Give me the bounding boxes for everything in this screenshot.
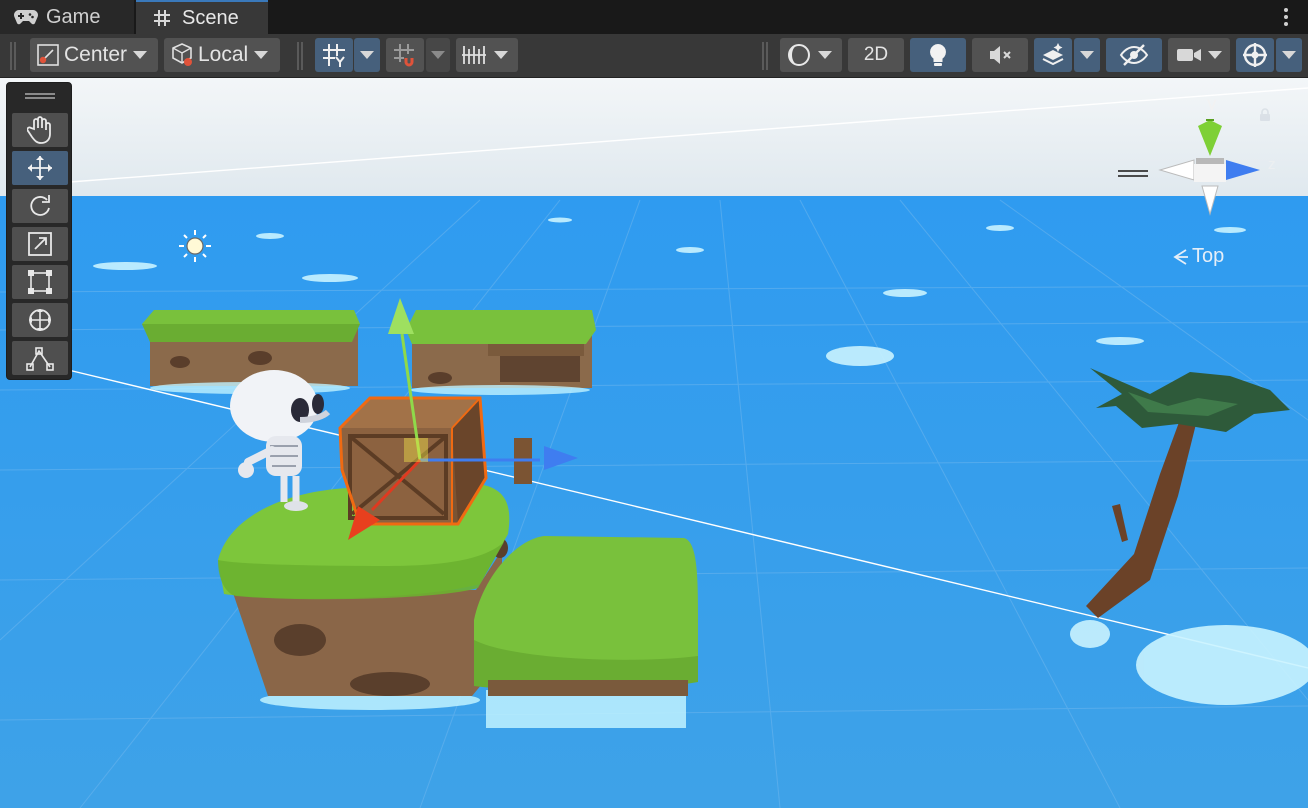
shading-mode-dropdown[interactable] — [780, 38, 842, 72]
chevron-down-icon — [818, 51, 832, 59]
chevron-down-icon — [1208, 51, 1222, 59]
grid-snap-icon — [321, 42, 347, 68]
local-space-icon — [170, 42, 196, 68]
scale-icon — [27, 231, 53, 257]
tools-drag-handle[interactable] — [25, 93, 55, 99]
move-tool-button[interactable] — [12, 151, 68, 185]
lock-icon[interactable] — [1258, 108, 1272, 122]
gizmos-toggle[interactable] — [1236, 38, 1274, 72]
gizmos-icon — [1241, 41, 1269, 69]
move-icon — [26, 154, 54, 182]
toggle-2d-label: 2D — [863, 44, 889, 65]
tab-scene[interactable]: Scene — [136, 0, 268, 34]
hand-tool-button[interactable] — [12, 113, 68, 147]
gamepad-icon — [14, 7, 38, 27]
effects-toggle[interactable] — [1034, 38, 1072, 72]
increment-snap-toggle[interactable] — [386, 38, 424, 72]
chevron-down-icon — [494, 51, 508, 59]
pivot-mode-dropdown[interactable]: Center — [30, 38, 158, 72]
rotate-tool-button[interactable] — [12, 189, 68, 223]
rect-transform-icon — [27, 269, 53, 295]
scene-render[interactable] — [0, 78, 1308, 808]
grid-snap-dropdown[interactable] — [354, 38, 380, 72]
snap-increment-icon — [392, 42, 418, 68]
grid-visibility-dropdown[interactable] — [456, 38, 518, 72]
chevron-down-icon — [254, 51, 269, 59]
camera-icon — [1176, 45, 1202, 65]
tab-game[interactable]: Game — [0, 0, 134, 34]
toggle-2d-button[interactable]: 2D — [848, 38, 904, 72]
rotate-icon — [27, 193, 53, 219]
view-label: Top — [1192, 245, 1225, 267]
custom-editor-tool-icon — [25, 345, 55, 371]
gizmos-dropdown[interactable] — [1276, 38, 1302, 72]
sky — [0, 78, 1308, 200]
chevron-down-icon — [1282, 51, 1296, 59]
chevron-down-icon — [431, 51, 445, 59]
front-island — [474, 536, 698, 728]
audio-mute-icon — [987, 43, 1013, 67]
effects-dropdown[interactable] — [1074, 38, 1100, 72]
pivot-rotation-dropdown[interactable]: Local — [164, 38, 280, 72]
lighting-toggle[interactable] — [910, 38, 966, 72]
rect-tool-button[interactable] — [12, 265, 68, 299]
hash-icon — [150, 8, 174, 28]
back-island-right — [406, 310, 596, 395]
pivot-rotation-label: Local — [198, 43, 249, 66]
gizmo-z-label: z — [1268, 156, 1276, 173]
camera-settings-dropdown[interactable] — [1168, 38, 1230, 72]
grid-snap-toggle[interactable] — [315, 38, 353, 72]
chevron-down-icon — [360, 51, 374, 59]
custom-tool-button[interactable] — [12, 341, 68, 375]
tab-bar: Game Scene — [0, 0, 1308, 34]
view-top-label[interactable]: Top — [1172, 245, 1224, 268]
hidden-objects-icon — [1119, 43, 1149, 67]
shading-mode-icon — [786, 42, 812, 68]
increment-snap-dropdown[interactable] — [426, 38, 450, 72]
more-options-icon[interactable] — [1276, 6, 1296, 28]
hand-icon — [27, 116, 53, 144]
lighting-icon — [927, 42, 949, 68]
transform-icon — [26, 306, 54, 334]
ruler-grid-icon — [460, 43, 488, 67]
gizmo-y-label: y — [1207, 94, 1217, 115]
audio-toggle[interactable] — [972, 38, 1028, 72]
chevron-down-icon — [133, 51, 148, 59]
tools-overlay — [6, 82, 72, 380]
tab-scene-label: Scene — [182, 6, 239, 29]
toolbar-grip[interactable] — [297, 42, 303, 70]
scene-toolbar: Center Local 2D — [0, 34, 1308, 78]
chevron-down-icon — [1080, 51, 1094, 59]
toolbar-grip[interactable] — [10, 42, 16, 70]
hidden-objects-toggle[interactable] — [1106, 38, 1162, 72]
overlay-handle[interactable] — [1118, 170, 1148, 177]
scale-tool-button[interactable] — [12, 227, 68, 261]
tab-game-label: Game — [46, 5, 101, 28]
effects-icon — [1040, 42, 1066, 68]
pivot-mode-label: Center — [64, 43, 128, 66]
scene-viewport[interactable] — [0, 78, 1308, 808]
chevron-left-icon — [1172, 248, 1188, 266]
toolbar-grip[interactable] — [762, 42, 768, 70]
pivot-center-icon — [36, 43, 60, 67]
transform-tool-button[interactable] — [12, 303, 68, 337]
